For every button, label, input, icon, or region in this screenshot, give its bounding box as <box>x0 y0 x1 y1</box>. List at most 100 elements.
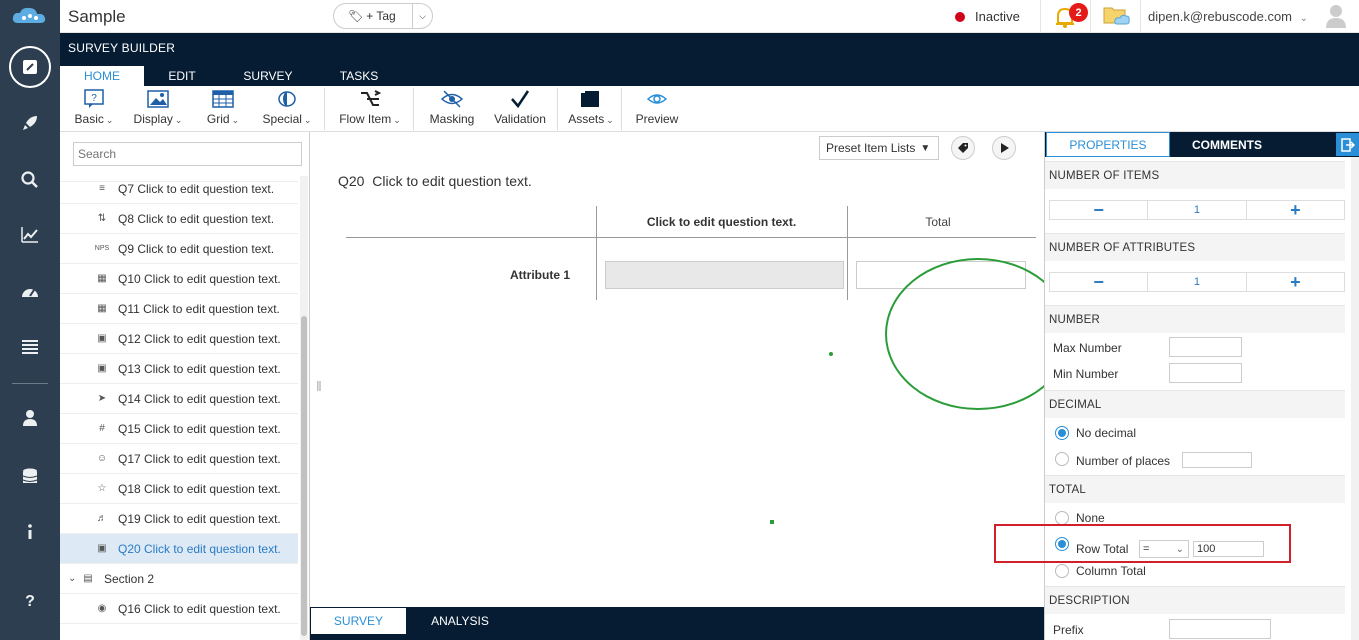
question-title[interactable]: Q20 Click to edit question text. <box>338 173 532 189</box>
list-item[interactable]: NPS Q9 Click to edit question text. <box>60 234 298 264</box>
ribbon-header: SURVEY BUILDER HOME EDIT SURVEY TASKS <box>60 33 1359 86</box>
dashboard-icon <box>22 289 38 297</box>
assets-label: Assets <box>568 112 605 126</box>
sidebar-scrollbar[interactable] <box>300 176 308 640</box>
audio-icon: ♬ <box>97 513 107 524</box>
min-number-input[interactable] <box>1169 363 1242 383</box>
attribute-label[interactable]: Attribute 1 <box>510 268 570 282</box>
list-item[interactable]: # Q15 Click to edit question text. <box>60 414 298 444</box>
numeric-icon: ▣ <box>97 363 107 374</box>
nav-list-button[interactable] <box>0 327 60 367</box>
user-icon <box>23 410 37 426</box>
folder-cloud-icon <box>1103 7 1130 25</box>
number-of-items-header: NUMBER OF ITEMS <box>1045 161 1345 189</box>
tab-survey[interactable]: SURVEY <box>220 66 316 86</box>
nav-search-button[interactable] <box>0 160 60 200</box>
list-item-label: Q15 Click to edit question text. <box>118 421 281 436</box>
list-item-label: Q19 Click to edit question text. <box>118 511 281 526</box>
list-item[interactable]: ▦ Q11 Click to edit question text. <box>60 294 298 324</box>
column-header[interactable]: Click to edit question text. <box>596 215 847 229</box>
top-separator <box>1040 0 1041 33</box>
tag-dropdown-button[interactable]: ⌵ <box>412 4 432 28</box>
list-item[interactable]: ☺ Q17 Click to edit question text. <box>60 444 298 474</box>
validation-tool-button[interactable]: Validation <box>488 86 552 132</box>
basic-tool-button[interactable]: ? Basic ⌄ <box>70 86 118 132</box>
list-item-label: Q18 Click to edit question text. <box>118 481 281 496</box>
scrollbar-thumb[interactable] <box>301 316 307 636</box>
list-item[interactable]: ≡ Q7 Click to edit question text. <box>60 176 298 204</box>
grid-label: Grid <box>206 112 230 126</box>
prefix-input[interactable] <box>1169 619 1271 639</box>
preview-tool-button[interactable]: Preview <box>630 86 684 132</box>
max-number-input[interactable] <box>1169 337 1242 357</box>
annotation-dot <box>829 352 833 356</box>
tab-properties[interactable]: PROPERTIES <box>1046 132 1170 157</box>
tag-icon <box>958 143 968 153</box>
list-item[interactable]: ▦ Q10 Click to edit question text. <box>60 264 298 294</box>
list-item[interactable]: ☆ Q18 Click to edit question text. <box>60 474 298 504</box>
list-item[interactable]: ◉ Q16 Click to edit question text. <box>60 594 298 624</box>
nav-database-button[interactable] <box>0 457 60 497</box>
list-item[interactable]: ♬ Q19 Click to edit question text. <box>60 504 298 534</box>
collapse-panel-button[interactable] <box>1336 133 1359 156</box>
add-tag-button[interactable]: 🏷︎ + Tag ⌵ <box>333 3 433 29</box>
tab-comments[interactable]: COMMENTS <box>1171 132 1283 157</box>
grid-tool-button[interactable]: Grid ⌄ <box>200 86 246 132</box>
column-total-radio[interactable] <box>1055 564 1069 578</box>
nav-info-button[interactable] <box>0 512 60 552</box>
top-separator <box>1140 0 1141 33</box>
number-of-places-radio[interactable] <box>1055 452 1069 466</box>
tab-tasks[interactable]: TASKS <box>316 66 402 86</box>
no-decimal-radio[interactable] <box>1055 426 1069 440</box>
nps-icon: NPS <box>94 245 110 252</box>
survey-status[interactable]: Inactive <box>955 9 1020 24</box>
tab-home[interactable]: HOME <box>60 66 144 86</box>
list-item[interactable]: ⇅ Q8 Click to edit question text. <box>60 204 298 234</box>
display-tool-button[interactable]: Display ⌄ <box>128 86 188 132</box>
increment-items-button[interactable]: + <box>1247 200 1344 220</box>
tab-edit[interactable]: EDIT <box>144 66 220 86</box>
decrement-attributes-button[interactable]: − <box>1050 272 1149 292</box>
user-menu[interactable]: dipen.k@rebuscode.com ⌄ <box>1148 9 1308 24</box>
answer-input-cell[interactable] <box>605 261 844 289</box>
nav-launch-button[interactable] <box>0 103 60 143</box>
avatar[interactable] <box>1325 3 1347 32</box>
chevron-down-icon: ⌄ <box>105 115 114 125</box>
nav-analytics-button[interactable] <box>0 215 60 255</box>
total-none-radio[interactable] <box>1055 511 1069 525</box>
nav-builder-button[interactable] <box>0 46 60 88</box>
exit-icon <box>1341 137 1355 152</box>
list-item[interactable]: ➤ Q14 Click to edit question text. <box>60 384 298 414</box>
play-button[interactable] <box>992 136 1016 160</box>
tab-survey-bottom[interactable]: SURVEY <box>310 607 407 635</box>
masking-label: Masking <box>429 112 475 126</box>
decimal-section-header: DECIMAL <box>1045 390 1345 418</box>
properties-scrollbar[interactable] <box>1351 157 1359 640</box>
folder-cloud-button[interactable] <box>1103 5 1131 30</box>
increment-attributes-button[interactable]: + <box>1247 272 1344 292</box>
list-item[interactable]: ▣ Q20 Click to edit question text. <box>60 534 298 564</box>
masking-tool-button[interactable]: Masking <box>424 86 480 132</box>
rocket-icon <box>23 116 37 130</box>
splitter-handle-icon[interactable]: ‖ <box>316 378 322 394</box>
decrement-items-button[interactable]: − <box>1050 200 1149 220</box>
nav-dashboard-button[interactable] <box>0 272 60 312</box>
tag-action-button[interactable] <box>951 136 975 160</box>
assets-tool-button[interactable]: Assets ⌄ <box>564 86 618 132</box>
list-item[interactable]: ▣ Q13 Click to edit question text. <box>60 354 298 384</box>
preset-item-lists-button[interactable]: Preset Item Lists ▼ <box>819 136 939 160</box>
numeric-icon: ▣ <box>97 543 107 554</box>
search-input[interactable] <box>73 142 302 166</box>
nav-user-button[interactable] <box>0 398 60 438</box>
flow-item-tool-button[interactable]: Flow Item ⌄ <box>332 86 408 132</box>
logo-icon[interactable] <box>0 0 60 33</box>
star-icon: ☆ <box>97 483 107 494</box>
nav-help-button[interactable]: ? <box>0 580 60 620</box>
list-item[interactable]: ▣ Q12 Click to edit question text. <box>60 324 298 354</box>
special-tool-button[interactable]: Special ⌄ <box>258 86 316 132</box>
number-of-places-input[interactable] <box>1182 452 1252 468</box>
tab-analysis[interactable]: ANALYSIS <box>410 607 510 635</box>
survey-canvas: Preset Item Lists ▼ Q20 Click to edit qu… <box>310 132 1071 607</box>
section-header[interactable]: ⌄ ▤ Section 2 <box>60 564 298 594</box>
status-label: Inactive <box>975 9 1020 24</box>
